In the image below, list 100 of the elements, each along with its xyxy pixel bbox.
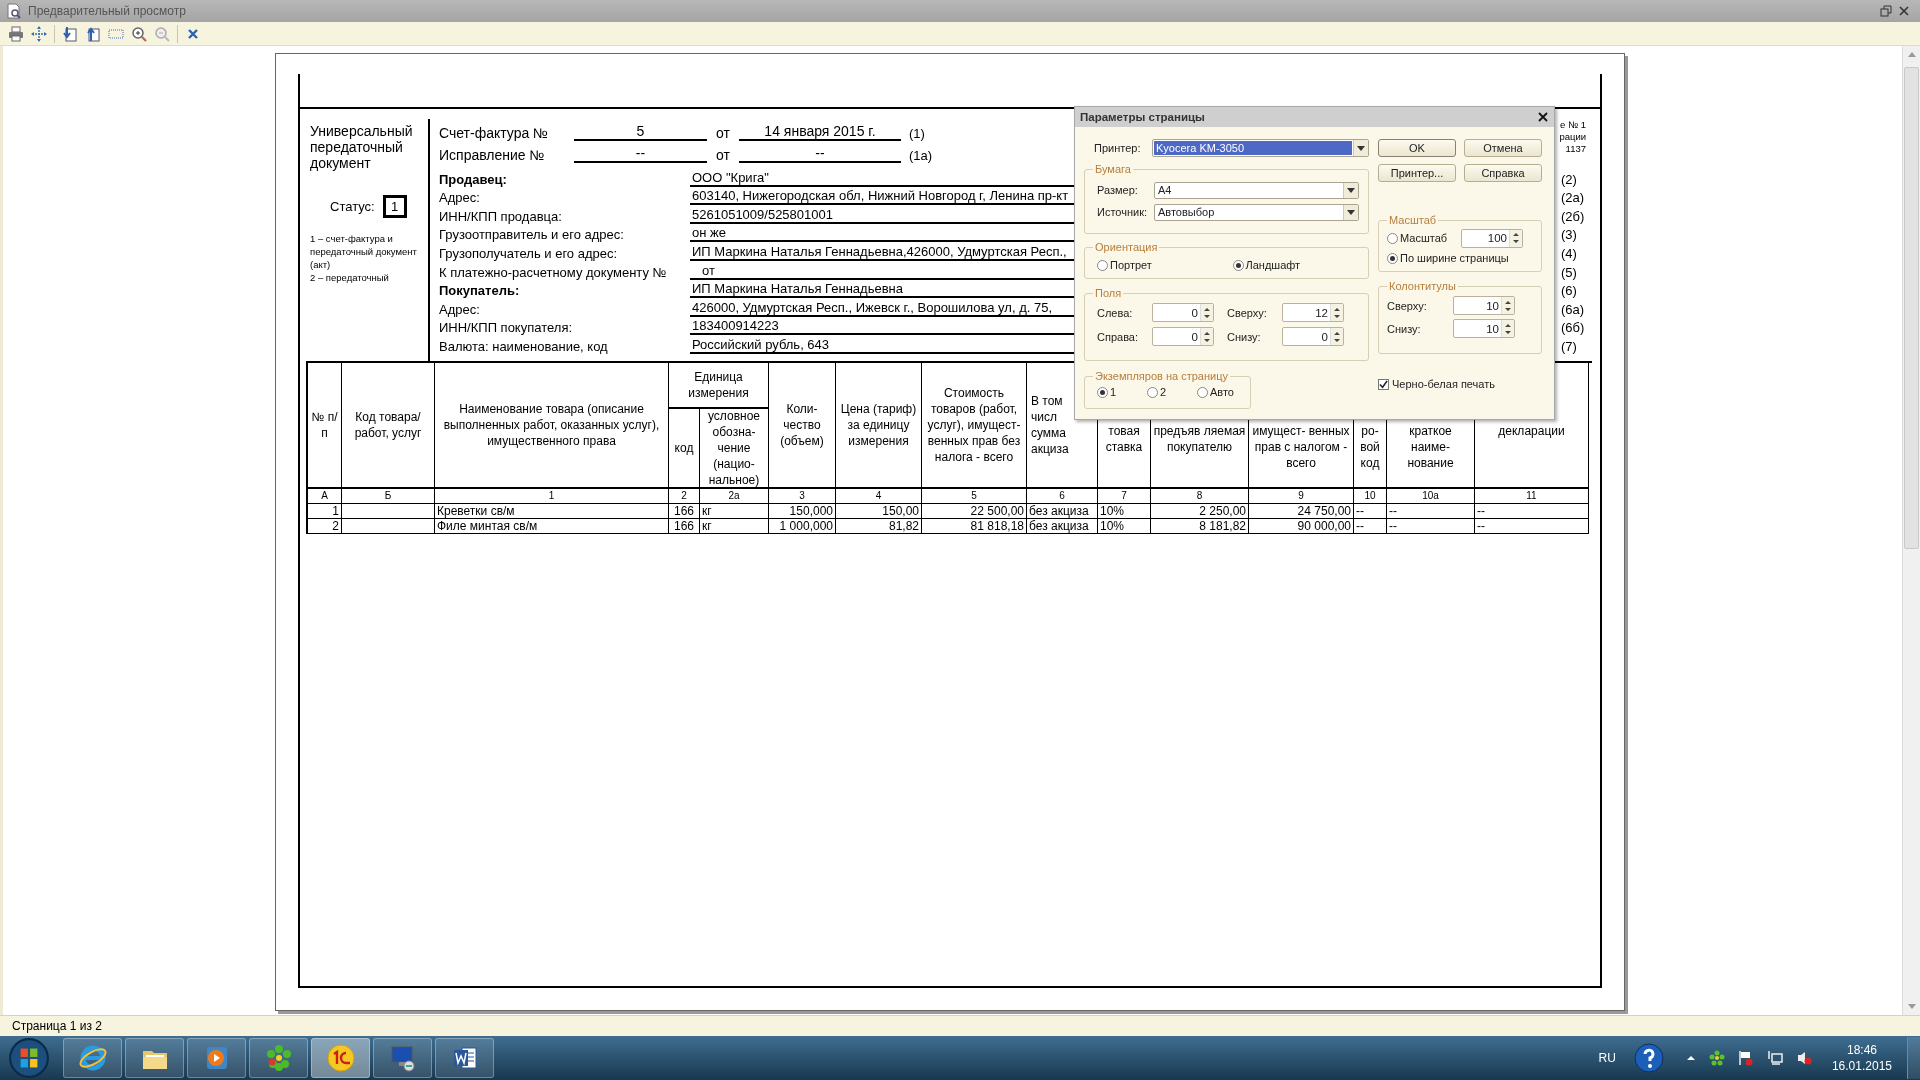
column-number: 2а (700, 489, 769, 504)
dialog-button[interactable]: Отмена (1464, 139, 1542, 157)
column-header: Наименование товара (описание выполненных работ, оказанных услуг), имущественного права (435, 363, 669, 489)
column-number: 1 (435, 489, 669, 504)
zoom-in-icon[interactable] (131, 25, 147, 42)
document-title: Универсальный передаточный документ (310, 123, 410, 171)
dropdown-arrow-icon[interactable] (1347, 209, 1355, 215)
table-cell: 81 818,18 (922, 519, 1027, 534)
number-field[interactable]: 0 (1152, 303, 1214, 322)
field-label: ИНН/КПП покупателя: (439, 320, 574, 336)
number-field[interactable]: 10 (1453, 296, 1515, 315)
table-cell: 2 250,00 (1151, 504, 1249, 519)
dialog-button[interactable]: Принтер... (1378, 164, 1456, 182)
corner-note: е № 1 рации 1137 (1558, 119, 1586, 156)
start-button[interactable] (8, 1037, 50, 1079)
group-title: Ориентация (1093, 240, 1160, 254)
clock-date[interactable]: 16.01.2015 (1831, 1058, 1892, 1074)
radio-button[interactable]: Авто (1197, 386, 1247, 398)
column-header: Код товара/ работ, услуг (342, 363, 435, 489)
column-number: 3 (769, 489, 836, 504)
help-icon[interactable] (1633, 1043, 1664, 1073)
field-label: Валюта: наименование, код (439, 338, 609, 354)
field-label: ИНН/КПП продавца: (439, 208, 563, 224)
number-field[interactable]: 12 (1282, 303, 1344, 322)
number-field[interactable]: 0 (1282, 327, 1344, 346)
spinner-arrows-icon[interactable] (1333, 329, 1341, 344)
taskbar-button[interactable] (311, 1038, 370, 1078)
table-cell: 10% (1098, 504, 1151, 519)
line-code: (2) (1561, 171, 1577, 187)
column-header: Коли- чество (объем) (769, 363, 836, 489)
printer-dropdown[interactable]: Kyocera KM-3050 (1152, 139, 1369, 157)
field-label: Продавец: (439, 171, 508, 187)
table-cell: -- (1387, 504, 1475, 519)
radio-button[interactable]: Портрет (1097, 259, 1233, 271)
page-down-icon[interactable] (62, 25, 78, 42)
scrollbar[interactable] (1902, 46, 1920, 1015)
margin-label: Слева: (1097, 306, 1134, 319)
scroll-thumb[interactable] (1904, 67, 1919, 549)
spinner-arrows-icon[interactable] (1504, 298, 1512, 313)
radio-button[interactable]: Ландшафт (1232, 259, 1368, 271)
network-icon[interactable] (1766, 1050, 1783, 1066)
column-header: Стоимость товаров (работ, услуг), имущест- венных прав без налога - всего (922, 363, 1027, 489)
line-code: (2б) (1561, 208, 1585, 224)
language-indicator[interactable]: RU (1598, 1051, 1616, 1065)
line-code: (1) (909, 126, 925, 141)
radio-button[interactable]: Масштаб (1387, 232, 1448, 244)
table-cell: 1 000,000 (769, 519, 836, 534)
line-code: (7) (1561, 338, 1577, 354)
source-dropdown[interactable]: Автовыбор (1154, 203, 1359, 221)
column-header: № п/п (308, 363, 342, 489)
table-cell: без акциза (1027, 519, 1098, 534)
number-field[interactable]: 100 (1461, 228, 1523, 248)
flag-icon[interactable] (1737, 1050, 1754, 1066)
taskbar-button[interactable] (249, 1038, 308, 1078)
move-arrows-icon[interactable] (31, 25, 47, 42)
table-cell: 81,82 (836, 519, 922, 534)
show-desktop-button[interactable] (1907, 1037, 1920, 1079)
table-cell: кг (700, 504, 769, 519)
taskbar-button[interactable] (63, 1038, 122, 1078)
flower-icon[interactable] (1708, 1050, 1725, 1066)
line-code: (1а) (909, 148, 933, 163)
column-number: Б (342, 489, 435, 504)
dropdown-arrow-icon[interactable] (1347, 187, 1355, 193)
dialog-button[interactable]: Справка (1464, 164, 1542, 182)
taskbar-button[interactable] (373, 1038, 432, 1078)
table-cell: -- (1387, 519, 1475, 534)
browser-icon (77, 1043, 108, 1073)
spinner-arrows-icon[interactable] (1512, 231, 1520, 245)
speaker-icon[interactable] (1795, 1050, 1812, 1066)
radio-button[interactable]: По ширине страницы (1387, 252, 1509, 264)
check-icon[interactable] (1379, 379, 1388, 389)
taskbar-button[interactable] (435, 1038, 494, 1078)
line-code: (3) (1561, 227, 1577, 243)
column-header: условное обозна- чение (нацио- нальное) (700, 409, 769, 489)
dialog-button[interactable]: OK (1378, 139, 1456, 157)
spinner-arrows-icon[interactable] (1203, 305, 1211, 320)
clock-time[interactable]: 18:46 (1846, 1042, 1877, 1058)
radio-button[interactable]: 1 (1097, 386, 1147, 398)
size-dropdown[interactable]: А4 (1154, 181, 1359, 199)
taskbar-button[interactable] (125, 1038, 184, 1078)
invoice-label: Счет-фактура № (439, 125, 550, 141)
group-title: Поля (1093, 286, 1124, 300)
group-title: Бумага (1093, 162, 1133, 176)
table-cell: 8 181,82 (1151, 519, 1249, 534)
column-number: 9 (1249, 489, 1354, 504)
dropdown-arrow-icon[interactable] (1357, 145, 1365, 151)
spinner-arrows-icon[interactable] (1333, 305, 1341, 320)
page-up-icon[interactable] (85, 25, 101, 42)
close-icon[interactable] (1898, 5, 1910, 17)
column-number: 5 (922, 489, 1027, 504)
number-field[interactable]: 0 (1152, 327, 1214, 346)
printer-icon[interactable] (8, 25, 24, 42)
spinner-arrows-icon[interactable] (1203, 329, 1211, 344)
line-code: (4) (1561, 245, 1577, 261)
close-icon[interactable] (1538, 112, 1548, 122)
number-field[interactable]: 10 (1453, 319, 1515, 338)
spinner-arrows-icon[interactable] (1504, 321, 1512, 336)
restore-icon[interactable] (1880, 5, 1892, 17)
line-code: (6а) (1561, 301, 1585, 317)
page-indicator: Страница 1 из 2 (12, 1019, 102, 1033)
